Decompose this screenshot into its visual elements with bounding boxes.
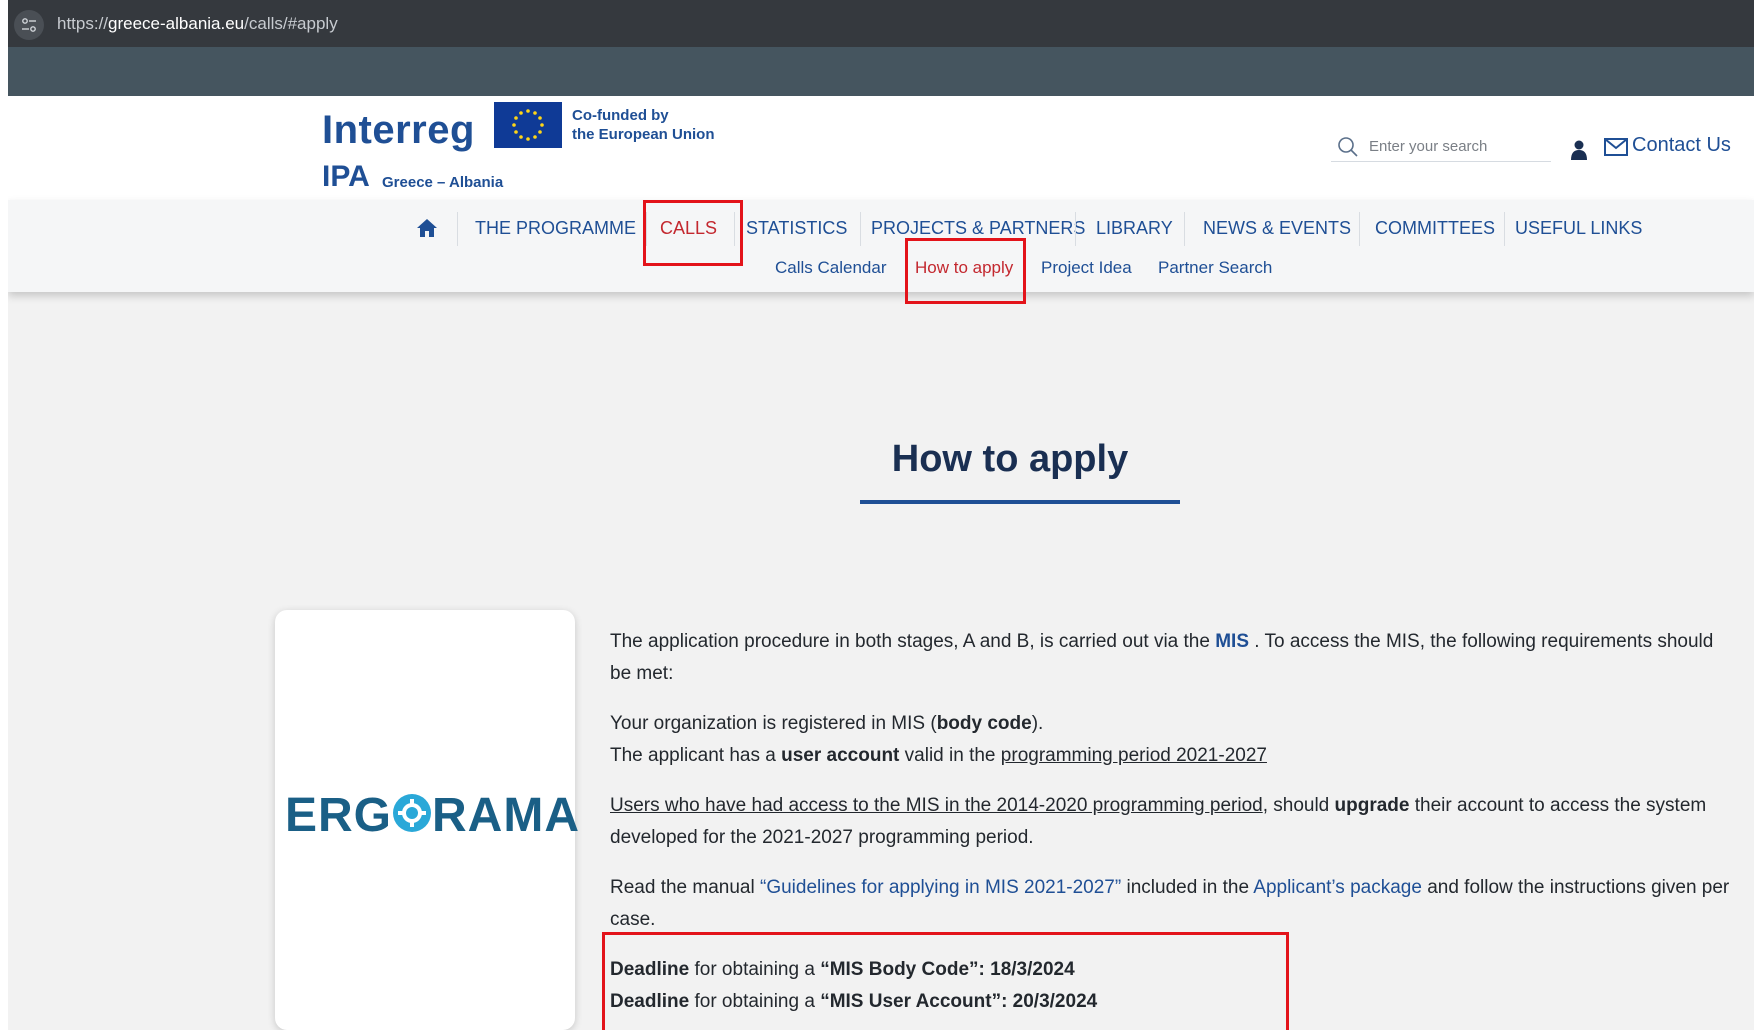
title-underline (860, 500, 1180, 504)
mis-link[interactable]: MIS (1215, 631, 1249, 652)
deadline-label: Deadline (610, 959, 690, 980)
address-bar[interactable]: https://greece-albania.eu/calls/#apply (8, 0, 1754, 47)
region-label: Greece – Albania (382, 174, 504, 191)
nav-item-the-programme[interactable]: THE PROGRAMME (475, 218, 636, 239)
window-edge (0, 0, 8, 1030)
user-icon[interactable] (1570, 140, 1588, 165)
cofunded-line1: Co-funded by (572, 107, 669, 124)
mail-icon (1604, 138, 1628, 156)
ergorama-card[interactable]: ERG RAMA (275, 610, 579, 1030)
interreg-logo[interactable]: Interreg (322, 108, 475, 153)
cofunded-text: Co-funded by the European Union (572, 106, 715, 144)
intro-text: The application procedure in both stages… (610, 631, 1216, 652)
guidelines-link[interactable]: “Guidelines for applying in MIS 2021-202… (760, 877, 1121, 898)
requirement-text: ). (1031, 713, 1044, 734)
programming-period-link[interactable]: programming period 2021-2027 (1001, 745, 1267, 766)
nav-divider (1359, 212, 1360, 246)
intro-paragraph: The application procedure in both stages… (610, 626, 1730, 690)
requirement-user-account: The applicant has a user account valid i… (610, 740, 1730, 772)
user-account-bold: user account (781, 745, 900, 766)
search-icon[interactable] (1337, 136, 1359, 158)
upgrade-paragraph: Users who have had access to the MIS in … (610, 790, 1730, 854)
site-header: Interreg Co-funded by the European Union… (8, 96, 1754, 200)
page-title: How to apply (891, 438, 1129, 480)
nav-item-projects-partners[interactable]: PROJECTS & PARTNERS (871, 218, 1085, 239)
body-code-bold: body code (936, 713, 1032, 734)
manual-paragraph: Read the manual “Guidelines for applying… (610, 872, 1730, 936)
upgrade-text: , should (1262, 795, 1335, 816)
highlight-how-to-apply (905, 238, 1026, 304)
browser-window: https://greece-albania.eu/calls/#apply I… (8, 0, 1754, 1030)
ergorama-logo-right: RAMA (432, 789, 580, 842)
search-box[interactable] (1331, 130, 1551, 162)
search-input[interactable] (1369, 134, 1544, 158)
nav-divider (1504, 212, 1505, 246)
applicants-package-link[interactable]: Applicant’s package (1253, 877, 1422, 898)
eu-flag-icon (494, 102, 562, 148)
nav-item-useful-links[interactable]: USEFUL LINKS (1515, 218, 1642, 239)
deadline-text: for obtaining a (689, 991, 821, 1012)
ipa-logo: IPA (322, 160, 370, 193)
gear-icon (392, 790, 432, 832)
subnav-calls-calendar[interactable]: Calls Calendar (775, 258, 887, 278)
deadlines-paragraph: Deadline for obtaining a “MIS Body Code”… (610, 954, 1730, 1018)
manual-text-mid: included in the (1121, 877, 1254, 898)
subnav-project-idea[interactable]: Project Idea (1041, 258, 1132, 278)
deadline-label: Deadline (610, 991, 690, 1012)
requirement-text: valid in the (899, 745, 1001, 766)
contact-us-label: Contact Us (1632, 134, 1731, 156)
deadline-user-account-date: “MIS User Account”: 20/3/2024 (820, 991, 1098, 1012)
browser-toolbar-strip (8, 47, 1754, 96)
requirement-text: The applicant has a (610, 745, 782, 766)
nav-divider (457, 212, 458, 246)
requirement-text: Your organization is registered in MIS ( (610, 713, 937, 734)
requirements-paragraph: Your organization is registered in MIS (… (610, 708, 1730, 772)
requirement-body-code: Your organization is registered in MIS (… (610, 708, 1730, 740)
url-text[interactable]: https://greece-albania.eu/calls/#apply (57, 14, 338, 34)
highlight-calls (643, 200, 743, 266)
nav-divider (860, 212, 861, 246)
nav-divider (1184, 212, 1185, 246)
manual-text: Read the manual (610, 877, 760, 898)
deadline-body-code: Deadline for obtaining a “MIS Body Code”… (610, 954, 1730, 986)
upgrade-bold: upgrade (1334, 795, 1410, 816)
site-settings-icon[interactable] (14, 10, 44, 40)
nav-divider (1075, 212, 1076, 246)
cofunded-line2: the European Union (572, 126, 715, 143)
main-navigation: THE PROGRAMME CALLS STATISTICS PROJECTS … (8, 200, 1754, 292)
deadline-user-account: Deadline for obtaining a “MIS User Accou… (610, 986, 1730, 1018)
ergorama-logo-left: ERG (285, 789, 393, 842)
nav-item-statistics[interactable]: STATISTICS (746, 218, 847, 239)
apply-instructions: The application procedure in both stages… (610, 626, 1730, 1030)
previous-users-link[interactable]: Users who have had access to the MIS in … (610, 795, 1263, 816)
deadline-text: for obtaining a (689, 959, 821, 980)
nav-item-library[interactable]: LIBRARY (1096, 218, 1173, 239)
subnav-partner-search[interactable]: Partner Search (1158, 258, 1272, 278)
nav-item-committees[interactable]: COMMITTEES (1375, 218, 1495, 239)
ergorama-logo: ERG RAMA (285, 788, 580, 843)
home-icon[interactable] (416, 218, 438, 243)
nav-item-news-events[interactable]: NEWS & EVENTS (1203, 218, 1351, 239)
deadline-body-code-date: “MIS Body Code”: 18/3/2024 (820, 959, 1075, 980)
